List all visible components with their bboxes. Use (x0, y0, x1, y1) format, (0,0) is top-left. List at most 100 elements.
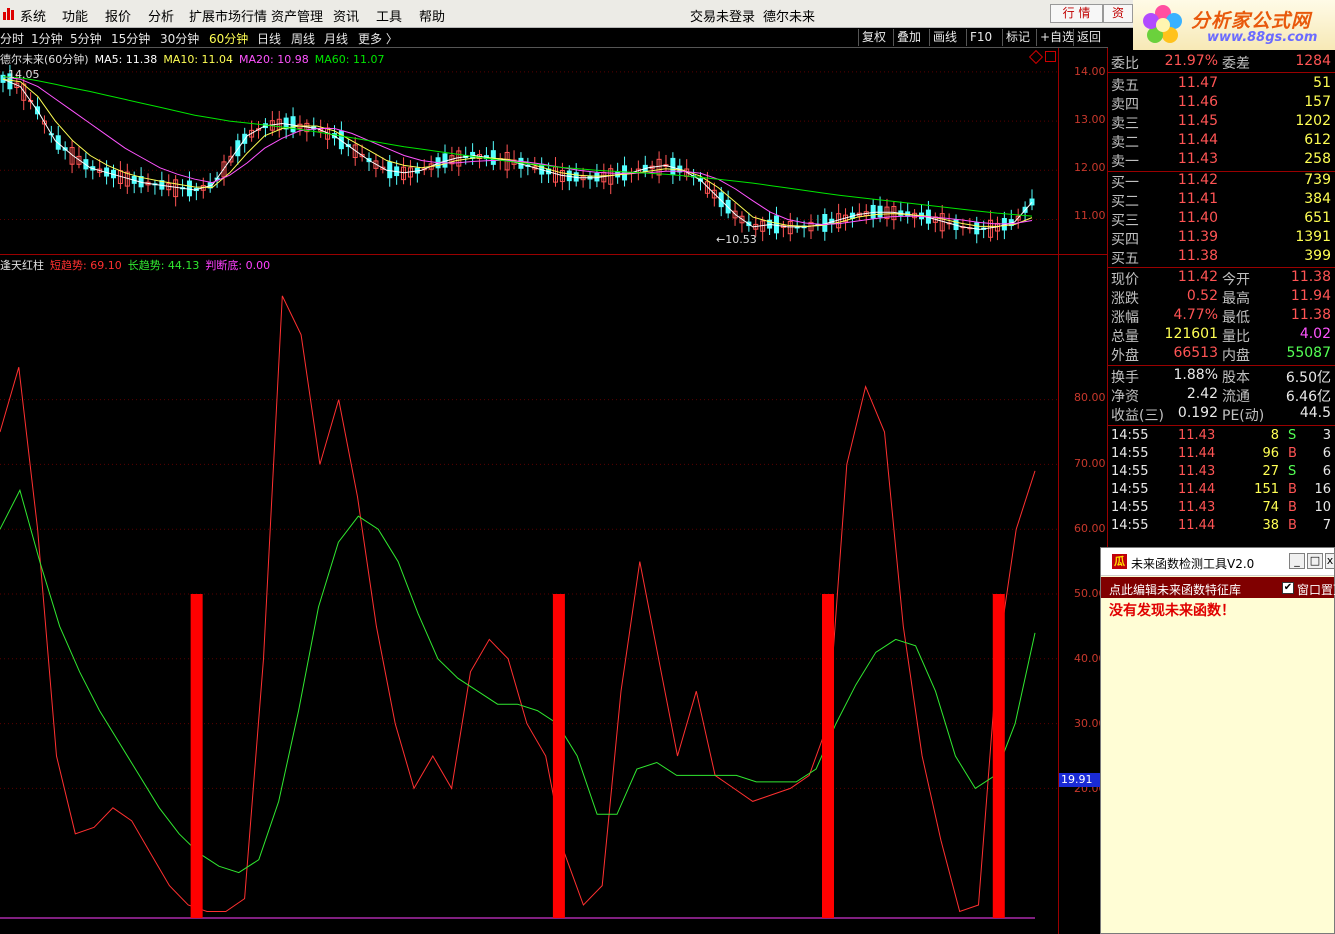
last-value-badge: 19.91 (1059, 773, 1101, 787)
tick-row: 14:55 11.44 151 B 16 (1108, 482, 1335, 500)
ask-volume: 258 (1304, 151, 1331, 167)
menu-system[interactable]: 系统 (20, 6, 46, 25)
tick-bs: B (1288, 518, 1297, 533)
order-book-row[interactable]: 卖二 11.44 612 (1108, 132, 1335, 151)
tick-n: 6 (1322, 464, 1331, 479)
quote-separator (1108, 267, 1335, 268)
order-book-row[interactable]: 买三 11.40 651 (1108, 210, 1335, 229)
period-15min[interactable]: 15分钟 (111, 30, 150, 47)
weibi-value: 21.97% (1164, 53, 1218, 69)
adjust-button[interactable]: 复权 (858, 29, 889, 46)
period-weekly[interactable]: 周线 (291, 30, 315, 47)
bid-label: 买二 (1111, 194, 1139, 210)
bid-label: 买四 (1111, 232, 1139, 248)
period-daily[interactable]: 日线 (257, 30, 281, 47)
axis-divider (1058, 48, 1059, 934)
period-more[interactable]: 更多 〉 (358, 30, 398, 47)
menu-extended-market[interactable]: 扩展市场行情 (189, 6, 267, 25)
pin-label[interactable]: 窗口置顶 (1297, 581, 1335, 598)
order-book-row[interactable]: 买五 11.38 399 (1108, 248, 1335, 267)
ask-volume: 1202 (1295, 113, 1331, 129)
trade-button[interactable]: 资 (1103, 4, 1133, 23)
menu-function[interactable]: 功能 (62, 6, 88, 25)
bid-price: 11.41 (1177, 191, 1218, 207)
pin-checkbox[interactable]: ✔ (1282, 582, 1294, 594)
tick-vol: 38 (1262, 518, 1279, 533)
fund-label: 净资 (1111, 389, 1139, 405)
fund-label: PE(动) (1222, 408, 1265, 424)
tick-row: 14:55 11.44 38 B 7 (1108, 518, 1335, 536)
login-status: 交易未登录 (690, 10, 756, 25)
order-book-row[interactable]: 买一 11.42 739 (1108, 172, 1335, 191)
edit-library-link[interactable]: 点此编辑未来函数特征库 (1109, 581, 1241, 598)
back-button[interactable]: 返回 (1073, 29, 1104, 46)
stat-value: 0.52 (1186, 288, 1218, 304)
period-1min[interactable]: 1分钟 (31, 30, 63, 47)
brand-banner: 分析家公式网 www.88gs.com (1133, 0, 1335, 50)
close-button[interactable]: x (1325, 553, 1335, 569)
add-watchlist-button[interactable]: +自选 (1036, 29, 1077, 46)
tick-time: 14:55 (1111, 428, 1149, 443)
menu-quote[interactable]: 报价 (105, 6, 131, 25)
price-chart (0, 64, 1058, 244)
ask-price: 11.47 (1177, 75, 1218, 91)
stats-row: 外盘 66513 内盘 55087 (1108, 345, 1335, 364)
flower-logo-icon (1143, 5, 1182, 43)
price-tick: 13.00 (1074, 113, 1106, 126)
order-book-row[interactable]: 卖三 11.45 1202 (1108, 113, 1335, 132)
tick-time: 14:55 (1111, 482, 1149, 497)
menu-help[interactable]: 帮助 (419, 6, 445, 25)
future-function-checker-window[interactable]: 瓜 未来函数检测工具V2.0 _ □ x 点此编辑未来函数特征库 ✔ 窗口置顶 … (1100, 547, 1335, 934)
ask-price: 11.44 (1177, 132, 1218, 148)
ask-volume: 612 (1304, 132, 1331, 148)
order-book-row[interactable]: 买二 11.41 384 (1108, 191, 1335, 210)
fund-value: 0.192 (1177, 405, 1218, 421)
menu-news[interactable]: 资讯 (333, 6, 359, 25)
minimize-button[interactable]: _ (1289, 553, 1305, 569)
stat-label: 最低 (1222, 310, 1250, 326)
ask-volume: 157 (1304, 94, 1331, 110)
bid-price: 11.40 (1177, 210, 1218, 226)
price-tick: 11.00 (1074, 209, 1106, 222)
fund-value: 1.88% (1173, 367, 1218, 383)
ask-label: 卖五 (1111, 78, 1139, 94)
window-title: 未来函数检测工具V2.0 (1131, 557, 1255, 571)
period-60min[interactable]: 60分钟 (209, 30, 248, 47)
ask-price: 11.43 (1177, 151, 1218, 167)
menu-analysis[interactable]: 分析 (148, 6, 174, 25)
stat-label: 内盘 (1222, 348, 1250, 364)
brand-url[interactable]: www.88gs.com (1207, 30, 1317, 45)
fund-value: 44.5 (1299, 405, 1331, 421)
menu-asset-management[interactable]: 资产管理 (271, 6, 323, 25)
period-monthly[interactable]: 月线 (324, 30, 348, 47)
order-book-row[interactable]: 买四 11.39 1391 (1108, 229, 1335, 248)
fund-label: 收益(三) (1111, 408, 1164, 424)
period-toolbar: 分时 1分钟 5分钟 15分钟 30分钟 60分钟 日线 周线 月线 更多 〉 … (0, 28, 1108, 48)
window-titlebar[interactable]: 瓜 未来函数检测工具V2.0 _ □ x (1101, 548, 1335, 576)
order-book-row[interactable]: 卖五 11.47 51 (1108, 75, 1335, 94)
tick-bs: B (1288, 482, 1297, 497)
window-toolbar: 点此编辑未来函数特征库 ✔ 窗口置顶 (1101, 577, 1335, 598)
maximize-button[interactable]: □ (1307, 553, 1323, 569)
mark-button[interactable]: 标记 (1002, 29, 1033, 46)
candle-body (387, 161, 393, 179)
fund-label: 流通 (1222, 389, 1250, 405)
order-book-row[interactable]: 卖一 11.43 258 (1108, 151, 1335, 170)
period-5min[interactable]: 5分钟 (70, 30, 102, 47)
tick-row: 14:55 11.43 8 S 3 (1108, 428, 1335, 446)
signal-bar (552, 594, 565, 918)
tick-row: 14:55 11.44 96 B 6 (1108, 446, 1335, 464)
stat-value: 11.38 (1290, 307, 1331, 323)
period-timeshare[interactable]: 分时 (0, 30, 24, 47)
f10-button[interactable]: F10 (966, 29, 995, 46)
stat-label: 外盘 (1111, 348, 1139, 364)
chart-window-icon[interactable] (1045, 51, 1056, 62)
period-30min[interactable]: 30分钟 (160, 30, 199, 47)
draw-button[interactable]: 画线 (929, 29, 960, 46)
menu-tools[interactable]: 工具 (376, 6, 402, 25)
candle-body (870, 204, 876, 219)
quote-button[interactable]: 行 情 (1050, 4, 1103, 23)
fund-value: 6.50亿 (1285, 370, 1331, 386)
order-book-row[interactable]: 卖四 11.46 157 (1108, 94, 1335, 113)
overlay-button[interactable]: 叠加 (893, 29, 924, 46)
